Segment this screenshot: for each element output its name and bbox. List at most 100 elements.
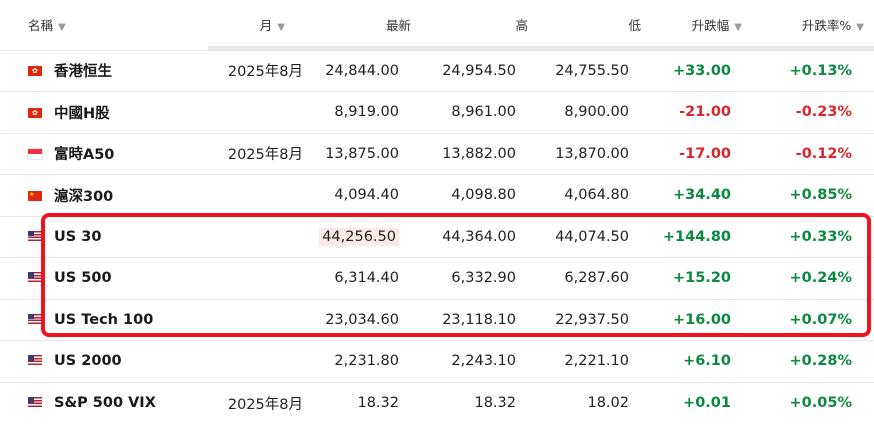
low-price-cell: 6,287.60 xyxy=(538,257,651,299)
us-flag-icon xyxy=(28,313,42,324)
low-price-cell: 44,074.50 xyxy=(538,215,651,258)
index-name-cell[interactable]: US 2000 xyxy=(0,340,208,382)
high-price-cell: 6,332.90 xyxy=(421,257,538,299)
index-name[interactable]: 香港恒生 xyxy=(54,64,112,80)
last-price: 4,094.40 xyxy=(334,187,399,204)
hk-flag-icon xyxy=(28,66,42,77)
hk-flag-icon xyxy=(28,107,42,118)
month-cell: 2025年8月 xyxy=(208,381,313,424)
last-price: 18.32 xyxy=(357,395,399,411)
column-header-low-label: 低 xyxy=(628,18,641,34)
change-pct-cell: +0.13% xyxy=(752,49,874,92)
high-price-cell: 24,954.50 xyxy=(421,49,538,92)
high-price-cell: 13,882.00 xyxy=(421,132,538,175)
table-row[interactable]: 滬深300 4,094.40 4,098.804,064.80+34.40+0.85… xyxy=(0,174,874,216)
change-pct-cell: +0.07% xyxy=(752,298,874,341)
sort-arrow-down-icon[interactable]: ▼ xyxy=(277,22,285,33)
high-price-cell: 18.32 xyxy=(421,381,538,424)
high-price-cell: 8,961.00 xyxy=(421,91,538,133)
low-price-cell: 13,870.00 xyxy=(538,132,651,175)
column-header-change-pct-label: 升跌率% xyxy=(801,18,852,34)
table-row[interactable]: US 500 6,314.40 6,332.90 6,287.60 +15.20 +0.2… xyxy=(0,257,874,299)
change-cell: -21.00 xyxy=(651,91,752,133)
low-price-cell: 22,937.50 xyxy=(538,298,651,341)
last-price-cell: 13,875.00 xyxy=(313,132,421,175)
index-name[interactable]: 富時A50 xyxy=(54,147,114,163)
change-pct-cell: +0.28% xyxy=(752,340,874,382)
change-pct-cell: +0.05% xyxy=(752,381,874,424)
sg-flag-icon xyxy=(28,149,42,160)
change-cell: -17.00 xyxy=(651,132,752,175)
last-price-cell: 44,256.50 xyxy=(313,215,421,258)
change-cell: +0.01 xyxy=(651,381,752,424)
index-name[interactable]: US Tech 100 xyxy=(54,312,153,328)
column-header-name-label: 名稱 xyxy=(28,18,54,34)
change-pct-cell: +0.24% xyxy=(752,257,874,299)
last-price: 13,875.00 xyxy=(325,145,399,162)
index-name-cell[interactable]: US Tech 100 xyxy=(0,298,208,341)
index-name-cell[interactable]: 富時A50 xyxy=(0,132,208,175)
column-header-name[interactable]: 名稱 ▼ xyxy=(0,0,208,50)
high-price-cell: 23,118.10 xyxy=(421,298,538,341)
change-pct-cell: -0.23% xyxy=(752,91,874,133)
column-header-last[interactable]: 最新 xyxy=(313,0,421,50)
quote-rows: 香港恒生2025年8月24,844.0024,954.5024,755.50+3… xyxy=(0,49,874,424)
column-header-change-label: 升跌幅 xyxy=(691,18,730,34)
high-price-cell: 44,364.00 xyxy=(421,215,538,258)
column-header-high-label: 高 xyxy=(515,18,528,34)
last-price: 44,256.50 xyxy=(319,227,399,246)
table-row[interactable]: S&P 500 VIX 2025年8月 18.32 18.32 18.02 +0.01 +0… xyxy=(0,381,874,424)
change-cell: +34.40 xyxy=(651,174,752,216)
table-header-row: 名稱 ▼ 月 ▼ 最新 高 低 升跌幅 ▼ 升跌率% ▼ xyxy=(0,0,874,50)
table-row[interactable]: 中國H股 8,919.00 8,961.008,900.00-21.00-0.23% xyxy=(0,91,874,133)
sort-arrow-down-icon[interactable]: ▼ xyxy=(734,22,742,33)
last-price-cell: 4,094.40 xyxy=(313,174,421,216)
low-price-cell: 18.02 xyxy=(538,381,651,424)
table-row[interactable]: US 30 44,256.50 44,364.00 44,074.50 +144.80 +… xyxy=(0,215,874,258)
change-cell: +6.10 xyxy=(651,340,752,382)
month-cell xyxy=(208,340,313,382)
index-name[interactable]: US 2000 xyxy=(54,353,122,369)
index-name-cell[interactable]: 中國H股 xyxy=(0,91,208,133)
last-price: 6,314.40 xyxy=(334,270,399,287)
table-row[interactable]: US 2000 2,231.80 2,243.10 2,221.10 +6.10 +0.2… xyxy=(0,340,874,382)
month-cell xyxy=(208,174,313,216)
month-cell xyxy=(208,215,313,258)
change-cell: +33.00 xyxy=(651,49,752,92)
column-header-month[interactable]: 月 ▼ xyxy=(208,0,313,50)
column-header-change-pct[interactable]: 升跌率% ▼ xyxy=(752,0,874,50)
change-cell: +15.20 xyxy=(651,257,752,299)
change-cell: +16.00 xyxy=(651,298,752,341)
index-name-cell[interactable]: 滬深300 xyxy=(0,174,208,216)
month-cell: 2025年8月 xyxy=(208,49,313,92)
column-header-high[interactable]: 高 xyxy=(421,0,538,50)
last-price-cell: 23,034.60 xyxy=(313,298,421,341)
column-header-change[interactable]: 升跌幅 ▼ xyxy=(651,0,752,50)
index-name[interactable]: S&P 500 VIX xyxy=(54,395,156,411)
index-name[interactable]: 中國H股 xyxy=(54,106,110,122)
index-name-cell[interactable]: US 500 xyxy=(0,257,208,299)
change-pct-cell: +0.85% xyxy=(752,174,874,216)
low-price-cell: 8,900.00 xyxy=(538,91,651,133)
sort-arrow-down-icon[interactable]: ▼ xyxy=(856,22,864,33)
month-cell xyxy=(208,298,313,341)
index-name-cell[interactable]: S&P 500 VIX xyxy=(0,381,208,424)
table-row[interactable]: 富時A50 2025年8月 13,875.00 13,882.00 13,870.00-… xyxy=(0,132,874,175)
index-name[interactable]: 滬深300 xyxy=(54,189,113,205)
us-flag-icon xyxy=(28,355,42,366)
cn-flag-icon xyxy=(28,190,42,201)
index-name-cell[interactable]: US 30 xyxy=(0,215,208,258)
table-row[interactable]: US Tech 100 23,034.60 23,118.10 22,937.50 +1… xyxy=(0,298,874,341)
last-price: 23,034.60 xyxy=(325,311,399,328)
month-cell: 2025年8月 xyxy=(208,132,313,175)
column-header-low[interactable]: 低 xyxy=(538,0,651,50)
index-name-cell[interactable]: 香港恒生 xyxy=(0,49,208,92)
table-row[interactable]: 香港恒生 2025年8月 24,844.00 24,954.5024,755.50+3… xyxy=(0,49,874,92)
change-cell: +144.80 xyxy=(651,215,752,258)
index-name[interactable]: US 500 xyxy=(54,270,112,286)
change-pct-cell: -0.12% xyxy=(752,132,874,175)
index-name[interactable]: US 30 xyxy=(54,229,101,245)
last-price-cell: 8,919.00 xyxy=(313,91,421,133)
last-price: 8,919.00 xyxy=(334,104,399,121)
sort-arrow-down-icon[interactable]: ▼ xyxy=(58,22,66,33)
